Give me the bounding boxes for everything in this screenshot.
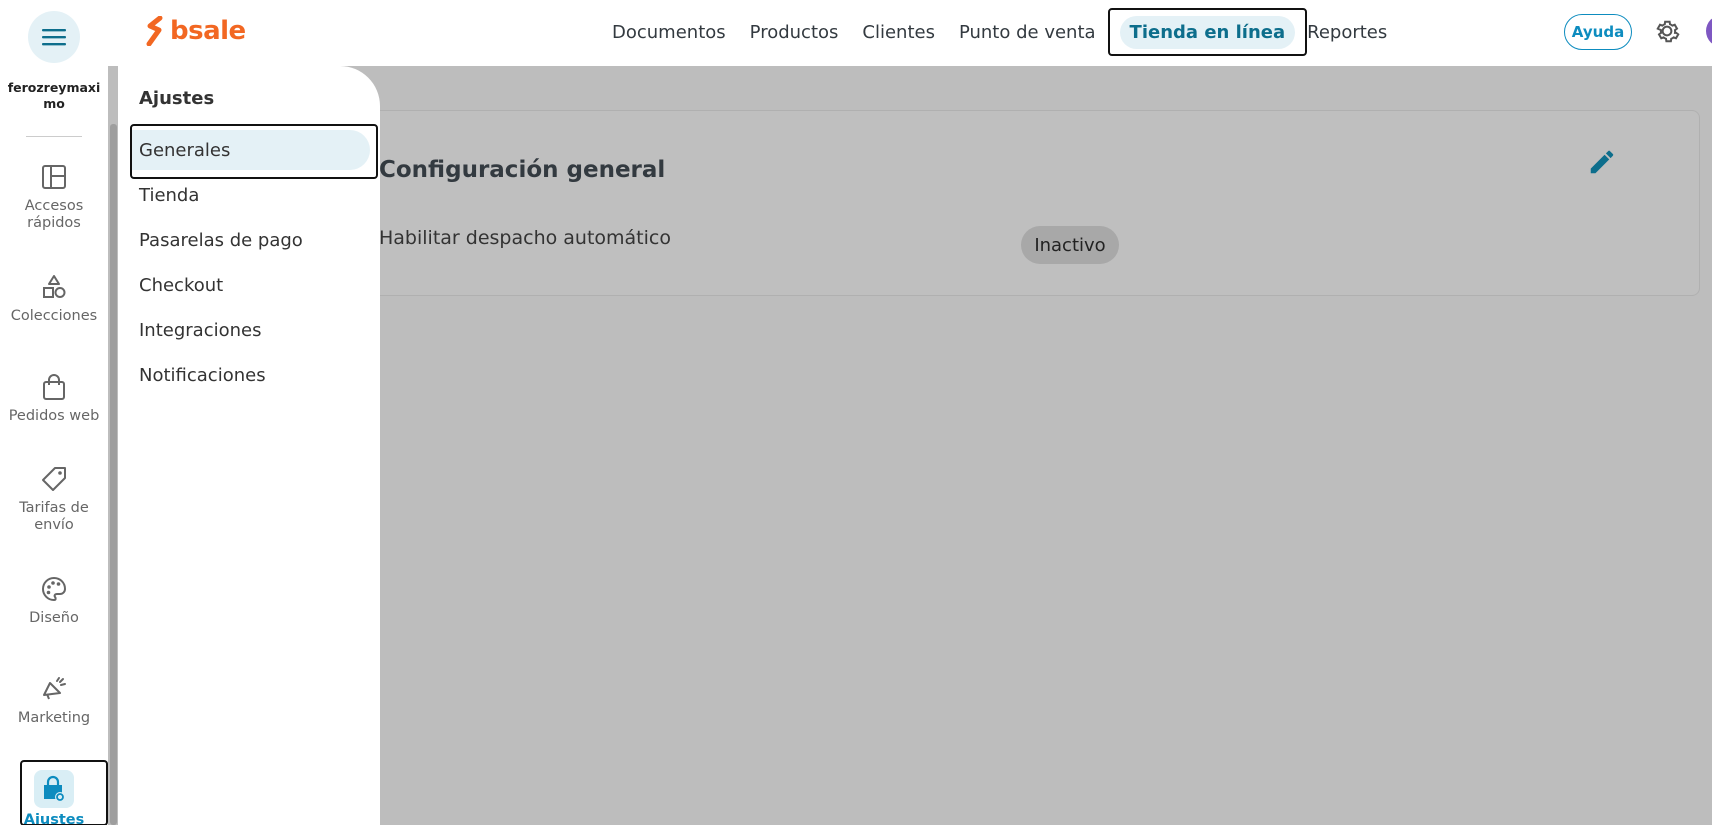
- bsale-logo[interactable]: bsale: [146, 14, 246, 48]
- main-navigation: Documentos Productos Clientes Punto de v…: [600, 8, 1399, 56]
- rail-item-label: Pedidos web: [8, 408, 100, 424]
- field-label-despacho: Habilitar despacho automático: [379, 227, 671, 249]
- rail-item-label: Ajustes: [23, 812, 85, 825]
- rail-item-tarifas-de-envio[interactable]: Tarifas de envío: [0, 464, 108, 534]
- rail-item-marketing[interactable]: Marketing: [0, 674, 108, 727]
- pencil-icon[interactable]: [1587, 147, 1621, 181]
- rail-item-label: Accesos rápidos: [24, 198, 84, 231]
- submenu-title: Ajustes: [139, 88, 215, 109]
- rail-divider: [26, 136, 82, 137]
- rail-item-ajustes[interactable]: Ajustes: [0, 770, 108, 825]
- bsale-logo-icon: [146, 16, 163, 46]
- rail-item-diseno[interactable]: Diseño: [0, 574, 108, 627]
- nav-punto-de-venta[interactable]: Punto de venta: [947, 8, 1108, 56]
- help-button[interactable]: Ayuda: [1564, 14, 1632, 50]
- submenu-item-integraciones[interactable]: Integraciones: [130, 310, 370, 350]
- nav-productos[interactable]: Productos: [738, 8, 851, 56]
- hamburger-menu-icon[interactable]: [28, 11, 80, 63]
- rail-item-pedidos-web[interactable]: Pedidos web: [0, 372, 108, 425]
- status-badge: Inactivo: [1021, 226, 1119, 264]
- nav-tienda-en-linea-label: Tienda en línea: [1119, 15, 1296, 49]
- rail-item-label: Marketing: [17, 710, 91, 726]
- ajustes-submenu-panel: Ajustes Generales Tienda Pasarelas de pa…: [118, 66, 380, 825]
- main-content: Configuración general Habilitar despacho…: [360, 66, 1712, 825]
- palette-icon: [39, 574, 69, 604]
- card-title: Configuración general: [379, 157, 666, 183]
- submenu-item-notificaciones[interactable]: Notificaciones: [130, 355, 370, 395]
- bag-gear-icon: [34, 770, 74, 808]
- nav-documentos[interactable]: Documentos: [600, 8, 738, 56]
- submenu-item-checkout[interactable]: Checkout: [130, 265, 370, 305]
- submenu-item-generales[interactable]: Generales: [130, 130, 370, 170]
- shopping-bag-icon: [39, 372, 69, 402]
- rail-item-label: Diseño: [29, 610, 79, 626]
- submenu-item-tienda[interactable]: Tienda: [130, 175, 370, 215]
- layout-panels-icon: [39, 162, 69, 192]
- nav-clientes[interactable]: Clientes: [850, 8, 947, 56]
- user-avatar[interactable]: [1706, 15, 1712, 47]
- nav-reportes[interactable]: Reportes: [1307, 8, 1399, 56]
- left-rail: ferozreymaximo Accesos rápidos Coleccion…: [0, 66, 108, 825]
- gear-icon[interactable]: [1652, 16, 1682, 46]
- top-bar: bsale Documentos Productos Clientes Punt…: [0, 0, 1712, 66]
- shapes-icon: [39, 272, 69, 302]
- rail-item-label: Colecciones: [10, 308, 98, 324]
- rail-item-label: Tarifas de envío: [19, 500, 89, 533]
- configuracion-general-card: Configuración general Habilitar despacho…: [360, 110, 1700, 296]
- submenu-item-pasarelas-de-pago[interactable]: Pasarelas de pago: [130, 220, 370, 260]
- rail-item-colecciones[interactable]: Colecciones: [0, 272, 108, 325]
- rail-item-accesos-rapidos[interactable]: Accesos rápidos: [0, 162, 108, 232]
- tag-icon: [39, 464, 69, 494]
- logo-text: bsale: [170, 16, 246, 46]
- store-name: ferozreymaximo: [7, 80, 101, 111]
- megaphone-icon: [39, 674, 69, 704]
- nav-tienda-en-linea[interactable]: Tienda en línea: [1107, 8, 1308, 56]
- rail-scrollbar[interactable]: [110, 124, 117, 825]
